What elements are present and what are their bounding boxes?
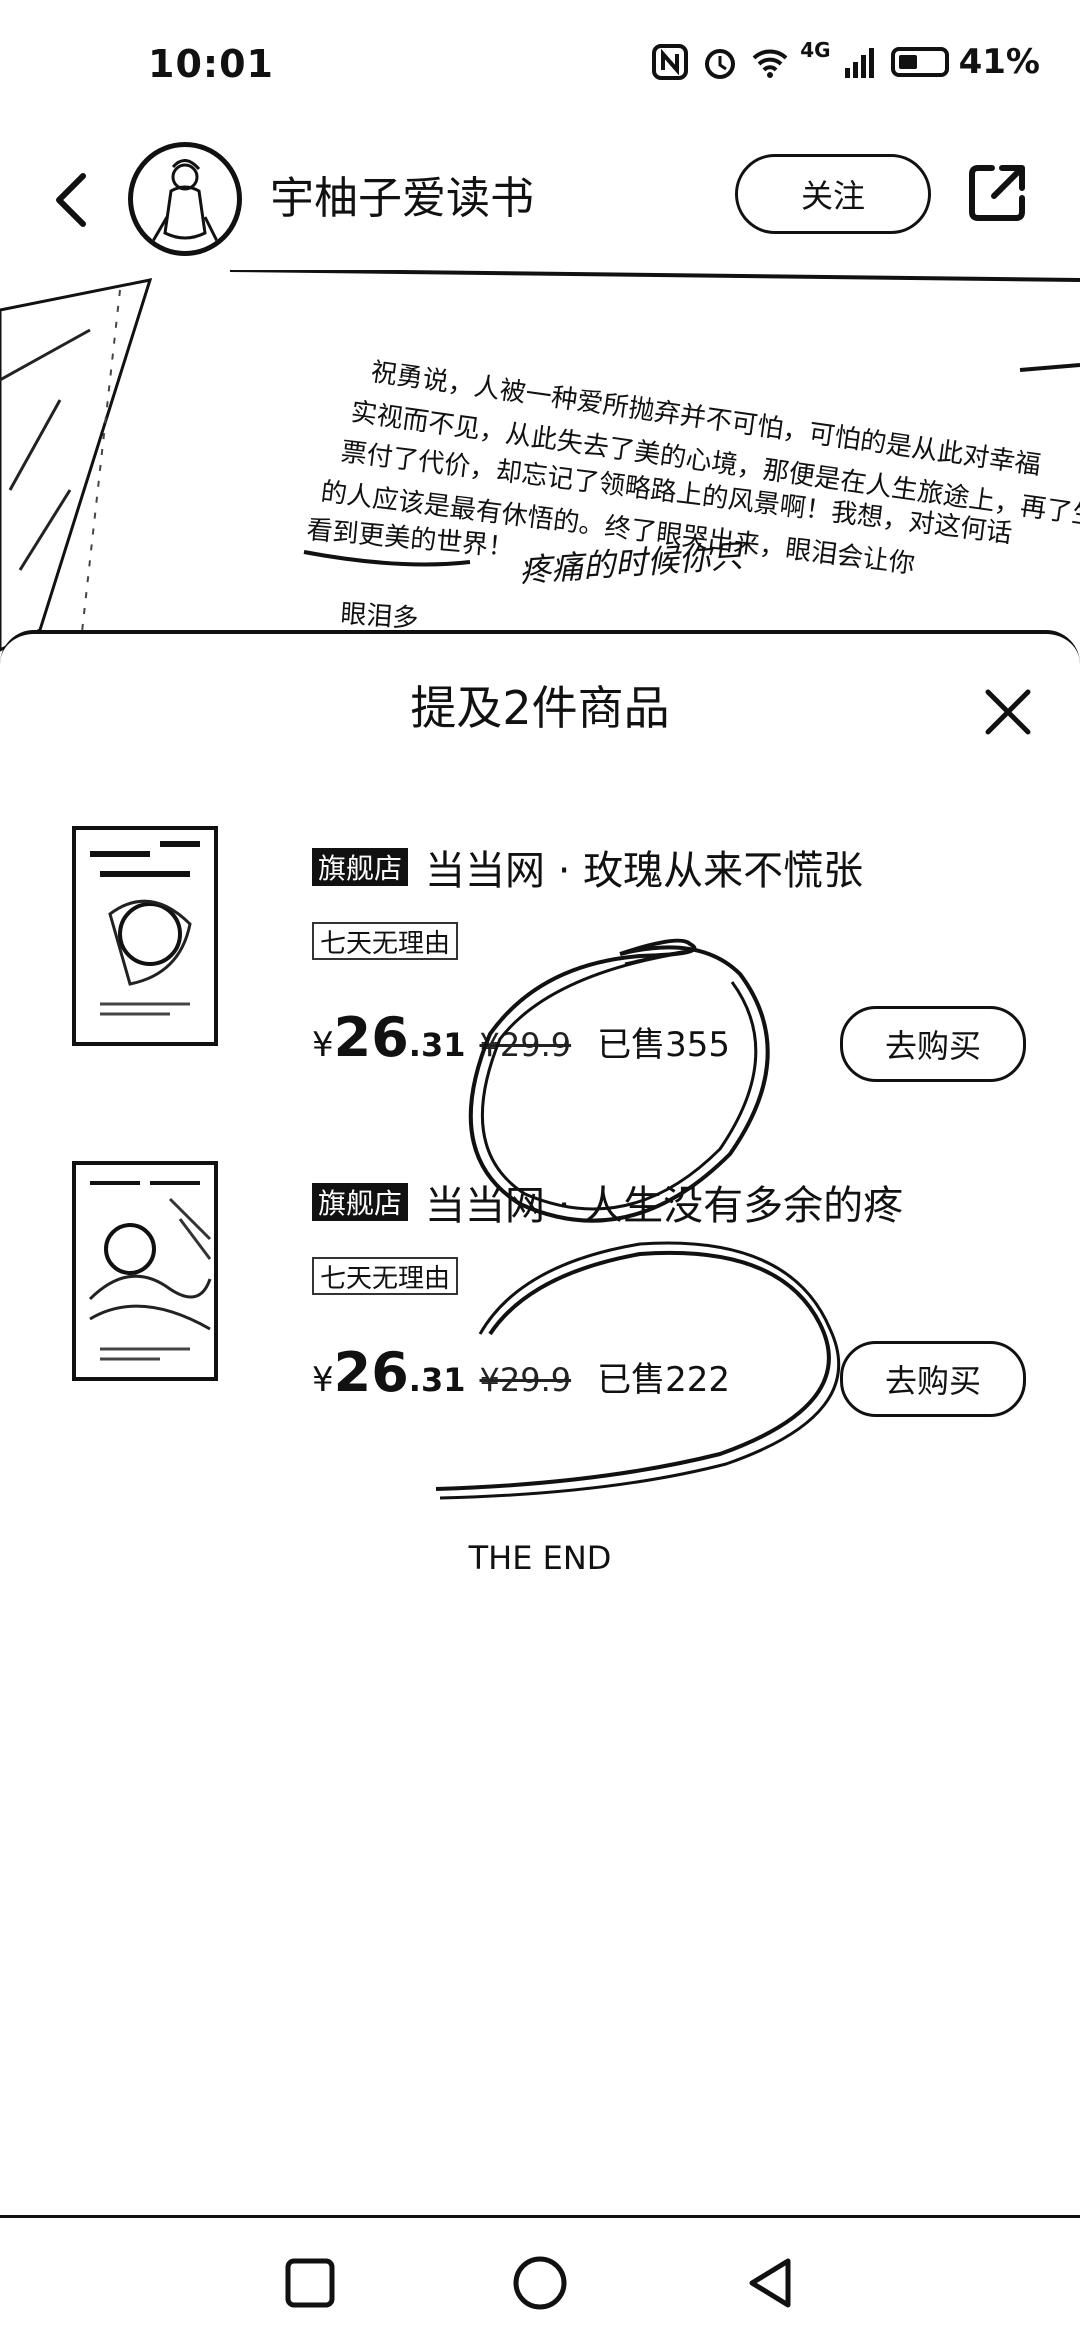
follow-button[interactable]: 关注 xyxy=(735,154,931,234)
price-integer: 26 xyxy=(333,1341,409,1404)
price-decimal: .31 xyxy=(408,1026,466,1064)
buy-button[interactable]: 去购买 xyxy=(840,1006,1026,1082)
price-integer: 26 xyxy=(333,1006,409,1069)
book-page-photo: 祝勇说，人被一种爱所抛弃并不可怕，可怕的是从此对幸福 实视而不见，从此失去了美的… xyxy=(0,270,1080,652)
recent-apps-button[interactable] xyxy=(280,2253,340,2313)
home-button[interactable] xyxy=(510,2253,570,2313)
battery-icon xyxy=(890,47,949,77)
back-button[interactable] xyxy=(36,160,106,240)
status-icons: 4G 41% xyxy=(650,38,1040,82)
sheet-title: 提及2件商品 xyxy=(410,681,670,735)
original-price: ¥29.9 xyxy=(479,1026,572,1064)
sold-count: 已售355 xyxy=(597,1025,730,1065)
product-title[interactable]: 当当网 · 人生没有多余的疼 xyxy=(425,1173,903,1231)
share-button[interactable] xyxy=(962,158,1032,228)
products-sheet: 提及2件商品 旗舰店 当当网 · 玫瑰从来不慌张 七天无理由 ¥ 26 .31 … xyxy=(0,630,1080,2219)
profile-header: 宇柚子爱读书 关注 xyxy=(0,130,1080,280)
flagship-badge: 旗舰店 xyxy=(312,1183,409,1221)
battery-level: 41% xyxy=(958,42,1040,82)
signal-icon xyxy=(844,48,874,78)
book-cover-image xyxy=(72,1161,218,1381)
flagship-badge: 旗舰店 xyxy=(312,848,409,886)
product-cover[interactable] xyxy=(70,1159,240,1389)
hero-line-6: 疼痛的时候你只 xyxy=(518,536,746,590)
chevron-left-icon xyxy=(56,173,86,227)
sold-count: 已售222 xyxy=(597,1360,730,1400)
product-item[interactable]: 旗舰店 当当网 · 人生没有多余的疼 七天无理由 ¥ 26 .31 ¥29.9 … xyxy=(0,1159,1080,1459)
buy-button[interactable]: 去购买 xyxy=(840,1341,1026,1417)
close-icon xyxy=(985,689,1031,735)
currency-symbol: ¥ xyxy=(312,1025,334,1065)
wifi-icon xyxy=(752,49,788,78)
original-price: ¥29.9 xyxy=(479,1361,572,1399)
price-decimal: .31 xyxy=(408,1361,466,1399)
triangle-back-icon xyxy=(749,2258,791,2308)
status-time: 10:01 xyxy=(148,42,274,86)
network-type: 4G xyxy=(800,38,831,62)
return-policy-tag: 七天无理由 xyxy=(312,922,459,960)
avatar-illustration xyxy=(151,159,219,242)
product-title[interactable]: 当当网 · 玫瑰从来不慌张 xyxy=(425,838,863,896)
alarm-icon xyxy=(705,49,736,79)
book-cover-image xyxy=(72,826,218,1046)
product-cover[interactable] xyxy=(70,824,240,1054)
end-of-list: THE END xyxy=(468,1539,612,1577)
price-row: ¥ 26 .31 ¥29.9 已售355 xyxy=(312,1006,730,1069)
avatar[interactable] xyxy=(128,142,242,256)
share-external-icon xyxy=(969,165,1025,221)
nfc-icon xyxy=(652,44,689,80)
currency-symbol: ¥ xyxy=(312,1360,334,1400)
price-row: ¥ 26 .31 ¥29.9 已售222 xyxy=(312,1341,730,1404)
return-policy-tag: 七天无理由 xyxy=(312,1257,459,1295)
product-item[interactable]: 旗舰店 当当网 · 玫瑰从来不慌张 七天无理由 ¥ 26 .31 ¥29.9 已… xyxy=(0,824,1080,1124)
circle-home-icon xyxy=(513,2256,567,2310)
profile-name[interactable]: 宇柚子爱读书 xyxy=(270,162,534,226)
close-button[interactable] xyxy=(980,684,1036,740)
status-bar: 10:01 4G 41% xyxy=(0,0,1080,130)
system-nav-bar xyxy=(0,2215,1080,2343)
square-recent-apps-icon xyxy=(285,2258,335,2308)
post-image[interactable]: 祝勇说，人被一种爱所抛弃并不可怕，可怕的是从此对幸福 实视而不见，从此失去了美的… xyxy=(0,270,1080,670)
nav-back-button[interactable] xyxy=(740,2253,800,2313)
